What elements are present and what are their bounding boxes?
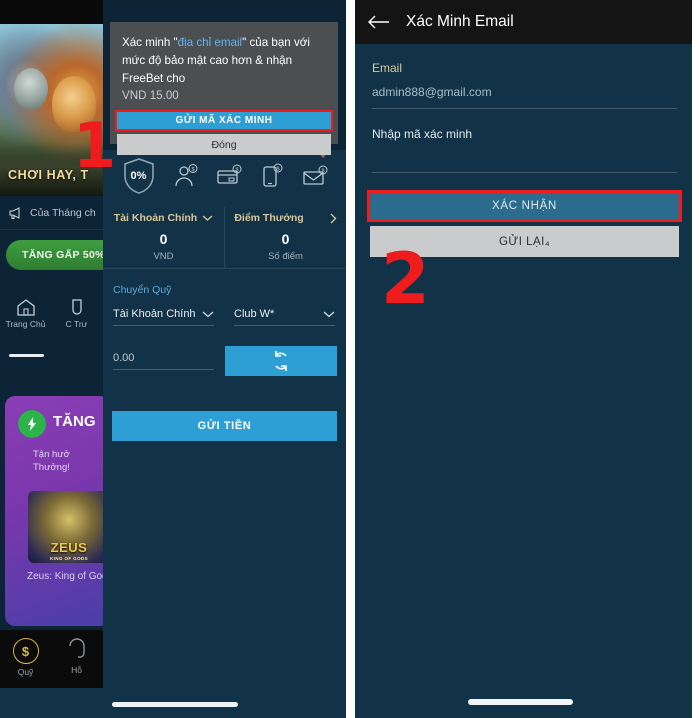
transfer-to-value: Club W* — [234, 308, 275, 320]
confirm-button-highlight: XÁC NHẬN — [367, 190, 682, 222]
shield-percent-label: 0% — [130, 170, 147, 182]
email-field-value[interactable]: admin888@gmail.com — [372, 85, 492, 99]
modal-message: Xác minh "địa chỉ email" của bạn với mức… — [110, 22, 338, 88]
promo-boost-button[interactable]: TĂNG GẤP 50% — [6, 240, 103, 270]
swap-arrows-icon — [275, 351, 287, 371]
transfer-from-select[interactable]: Tài Khoản Chính — [113, 308, 214, 326]
nav-item-home[interactable]: Trang Chủ — [0, 292, 51, 348]
chevron-down-icon — [202, 215, 213, 221]
balance-reward-amount: 0 — [281, 231, 290, 247]
confirm-button[interactable]: XÁC NHẬN — [370, 193, 679, 219]
transfer-amount-input[interactable]: 0.00 — [113, 352, 214, 370]
balance-reward-points[interactable]: Điểm Thưởng 0 Số điểm — [224, 207, 346, 268]
phone-verify-icon[interactable]: $ — [259, 163, 285, 189]
svg-text:$: $ — [321, 169, 324, 175]
chevron-down-icon — [323, 311, 335, 317]
email-field-label: Email — [372, 61, 403, 75]
modal-close-button[interactable]: Đóng — [117, 134, 331, 155]
page-header: Xác Minh Email — [355, 0, 692, 44]
bottom-nav-support[interactable]: Hỗ — [51, 630, 102, 688]
lightning-bolt-icon — [28, 417, 36, 431]
promo-boost-label: TĂNG GẤP 50% — [22, 249, 103, 261]
nav-item-home-label: Trang Chủ — [5, 319, 46, 329]
svg-text:$: $ — [191, 167, 194, 173]
promo-card[interactable]: TĂNG Tận hưở Thưởng! ZEUS KING OF GODS Z… — [5, 396, 103, 626]
modal-amount: VND 15.00 — [122, 88, 179, 102]
promo-card-title: TĂNG — [53, 413, 96, 430]
transfer-swap-button[interactable] — [225, 346, 337, 376]
balance-main-unit: VND — [153, 251, 174, 262]
back-arrow-icon[interactable] — [368, 14, 390, 30]
security-icons-row: 0% $ $ $ $ — [103, 152, 346, 200]
bottom-nav-funds[interactable]: $ Quỹ — [0, 630, 51, 688]
profile-verify-icon[interactable]: $ — [173, 163, 199, 189]
top-nav: Trang Chủ C Trư — [0, 292, 103, 348]
modal-message-link[interactable]: địa chỉ email — [178, 36, 242, 49]
email-verify-icon[interactable]: $ — [302, 163, 328, 189]
nav-item-live[interactable]: C Trư — [51, 292, 102, 348]
send-verification-code-button[interactable]: GỬI MÃ XÁC MINH — [117, 112, 331, 129]
verification-code-input[interactable]: Nhập mã xác minh — [372, 127, 472, 141]
status-bar — [0, 0, 103, 24]
chevron-down-icon — [202, 311, 214, 317]
balances-row: Tài Khoản Chính 0 VND Điểm Thưởng 0 Số đ… — [103, 207, 346, 269]
verification-code-rule — [372, 172, 677, 173]
shield-icon[interactable]: 0% — [122, 157, 156, 195]
transfer-from-value: Tài Khoản Chính — [113, 308, 196, 320]
right-phone-screen: Xác Minh Email Email admin888@gmail.com … — [350, 0, 700, 718]
game-badge-subtitle: KING OF GODS — [49, 556, 89, 561]
hero-character-ogre — [14, 68, 48, 110]
promo-card-game-name: Zeus: King of Gods — [27, 571, 103, 582]
transfer-section-title: Chuyển Quỹ — [113, 284, 172, 296]
live-casino-icon — [71, 299, 82, 315]
bottom-nav-funds-label: Quỹ — [17, 667, 34, 677]
promo-card-subtitle: Tận hưở Thưởng! — [33, 449, 70, 474]
support-icon — [68, 638, 85, 658]
megaphone-icon — [9, 206, 20, 219]
promo-card-badge — [18, 410, 46, 438]
left-phone-screen: CHƠI HAY, T Của Tháng ch TĂNG GẤP 50% Tr… — [0, 0, 346, 718]
announcement-text: Của Tháng ch — [30, 206, 96, 219]
bottom-nav: $ Quỹ Hỗ — [0, 630, 103, 688]
svg-text:$: $ — [276, 167, 279, 173]
transfer-to-select[interactable]: Club W* — [234, 308, 335, 326]
balance-reward-title: Điểm Thưởng — [234, 212, 304, 224]
announcement-bar[interactable]: Của Tháng ch — [0, 196, 103, 230]
balance-main-title: Tài Khoản Chính — [113, 212, 198, 224]
bottom-nav-support-label: Hỗ — [71, 665, 82, 675]
chevron-right-icon — [330, 213, 337, 223]
balance-main-amount: 0 — [159, 231, 168, 247]
annotation-marker-1: 1 — [73, 109, 117, 182]
screenshot-root: CHƠI HAY, T Của Tháng ch TĂNG GẤP 50% Tr… — [0, 0, 700, 718]
game-badge-title: ZEUS — [50, 540, 88, 555]
modal-primary-highlight: GỬI MÃ XÁC MINH — [115, 110, 333, 131]
verify-email-form: Email admin888@gmail.com Nhập mã xác min… — [355, 44, 692, 718]
verify-email-modal: Xác minh "địa chỉ email" của bạn với mức… — [110, 22, 338, 155]
promo-card-game-thumb[interactable]: ZEUS KING OF GODS — [28, 491, 103, 563]
nav-active-underline — [9, 354, 44, 357]
deposit-button[interactable]: GỬI TIỀN — [112, 411, 337, 441]
email-field-rule — [372, 108, 677, 109]
svg-text:$: $ — [235, 168, 238, 174]
nav-item-live-label: C Trư — [65, 319, 88, 329]
balance-main-account[interactable]: Tài Khoản Chính 0 VND — [103, 207, 224, 268]
home-icon — [16, 299, 35, 316]
balance-reward-unit: Số điểm — [268, 251, 303, 262]
page-title: Xác Minh Email — [406, 13, 514, 30]
home-indicator — [112, 702, 238, 707]
bank-card-verify-icon[interactable]: $ — [216, 163, 242, 189]
funds-dollar-icon: $ — [12, 638, 39, 664]
underlying-app-strip: CHƠI HAY, T Của Tháng ch TĂNG GẤP 50% Tr… — [0, 0, 103, 718]
modal-message-prefix: Xác minh " — [122, 36, 178, 49]
home-indicator — [468, 699, 573, 705]
right-edge-right — [692, 0, 700, 718]
annotation-marker-2: 2 — [381, 238, 430, 320]
